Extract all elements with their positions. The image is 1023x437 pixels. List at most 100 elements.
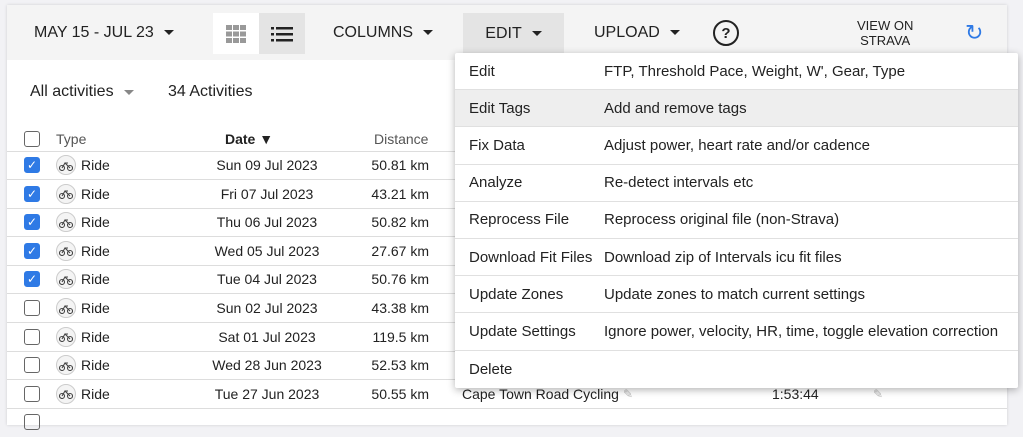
menu-item-description: Update zones to match current settings — [604, 285, 865, 303]
select-all-checkbox[interactable] — [24, 131, 40, 147]
distance-cell: 27.67 km — [371, 242, 429, 259]
menu-item-edit-tags[interactable]: Edit Tags Add and remove tags — [455, 90, 1018, 128]
menu-item-description: Add and remove tags — [604, 99, 747, 117]
menu-item-description: Download zip of Intervals icu fit files — [604, 248, 842, 266]
columns-dropdown[interactable]: COLUMNS — [333, 5, 434, 60]
menu-item-description: FTP, Threshold Pace, Weight, W', Gear, T… — [604, 62, 906, 80]
type-label: Ride — [81, 357, 110, 374]
bike-icon — [56, 269, 76, 290]
distance-cell: 50.82 km — [371, 214, 429, 231]
edit-menu: Edit FTP, Threshold Pace, Weight, W', Gea… — [455, 53, 1018, 388]
activity-name: Cape Town Road Cycling — [462, 385, 619, 402]
date-range-label: MAY 15 - JUL 23 — [34, 23, 154, 41]
menu-item-reprocess-file[interactable]: Reprocess File Reprocess original file (n… — [455, 202, 1018, 239]
table-row[interactable] — [7, 408, 1007, 437]
caret-down-icon — [669, 30, 680, 35]
menu-item-label: Edit Tags — [469, 99, 531, 117]
row-checkbox[interactable]: ✓ — [24, 185, 40, 202]
menu-item-description: Adjust power, heart rate and/or cadence — [604, 136, 871, 154]
row-checkbox[interactable] — [24, 328, 40, 345]
row-checkbox[interactable]: ✓ — [24, 157, 40, 173]
distance-cell: 52.53 km — [371, 357, 429, 374]
distance-cell: 119.5 km — [372, 328, 429, 345]
date-cell[interactable]: Tue 27 Jun 2023 — [197, 380, 337, 408]
menu-item-fix-data[interactable]: Fix Data Adjust power, heart rate and/or … — [455, 127, 1018, 165]
caret-down-icon — [423, 30, 434, 35]
strava-label-1: VIEW ON — [857, 17, 914, 33]
date-cell[interactable]: Tue 04 Jul 2023 — [197, 265, 337, 293]
row-checkbox[interactable] — [24, 414, 40, 430]
date-cell[interactable]: Wed 05 Jul 2023 — [197, 237, 337, 265]
date-cell[interactable]: Sun 02 Jul 2023 — [197, 294, 337, 322]
date-header[interactable]: Date ▼ — [225, 129, 273, 149]
type-cell: Ride — [56, 237, 110, 265]
distance-cell: 43.21 km — [371, 185, 429, 202]
edit-label: EDIT — [485, 24, 522, 42]
date-cell[interactable]: Fri 07 Jul 2023 — [197, 180, 337, 208]
date-cell[interactable]: Thu 06 Jul 2023 — [197, 208, 337, 236]
help-icon[interactable]: ? — [713, 20, 739, 46]
menu-item-update-settings[interactable]: Update Settings Ignore power, velocity, H… — [455, 313, 1018, 351]
bike-icon — [56, 183, 76, 204]
menu-item-update-zones[interactable]: Update Zones Update zones to match curren… — [455, 276, 1018, 314]
type-label: Ride — [81, 214, 110, 231]
list-icon — [271, 26, 293, 41]
grid-view-button[interactable] — [213, 13, 259, 54]
bike-icon — [56, 212, 76, 233]
activity-filter-dropdown[interactable]: All activities — [30, 83, 134, 101]
type-label: Ride — [81, 185, 110, 202]
bike-icon — [56, 326, 76, 347]
edit-dropdown[interactable]: EDIT — [463, 13, 564, 54]
bike-icon — [56, 298, 76, 318]
menu-item-delete[interactable]: Delete — [455, 351, 1018, 388]
columns-label: COLUMNS — [333, 23, 414, 41]
type-cell: Ride — [56, 351, 110, 379]
grid-icon — [226, 24, 246, 43]
type-label: Ride — [81, 242, 110, 259]
caret-down-icon — [531, 31, 542, 36]
distance-cell: 50.76 km — [371, 271, 429, 288]
filter-label: All activities — [30, 83, 114, 100]
date-cell[interactable]: Sat 01 Jul 2023 — [197, 323, 337, 351]
type-label: Ride — [81, 157, 110, 173]
date-range-dropdown[interactable]: MAY 15 - JUL 23 — [34, 5, 174, 60]
refresh-icon[interactable]: ↻ — [965, 5, 983, 60]
menu-item-description: Ignore power, velocity, HR, time, toggle… — [604, 322, 999, 340]
menu-item-analyze[interactable]: Analyze Re-detect intervals etc — [455, 165, 1018, 202]
type-label: Ride — [81, 300, 110, 316]
distance-header[interactable]: Distance — [374, 129, 428, 149]
distance-cell: 43.38 km — [371, 300, 429, 316]
row-checkbox[interactable]: ✓ — [24, 242, 40, 259]
row-checkbox[interactable]: ✓ — [24, 214, 40, 231]
type-label: Ride — [81, 271, 110, 288]
row-checkbox[interactable]: ✓ — [24, 271, 40, 288]
menu-item-label: Edit — [469, 62, 495, 80]
view-toggle — [213, 13, 306, 54]
row-checkbox[interactable] — [24, 385, 40, 402]
menu-item-label: Reprocess File — [469, 211, 570, 229]
upload-dropdown[interactable]: UPLOAD — [594, 5, 680, 60]
date-cell[interactable]: Sun 09 Jul 2023 — [197, 151, 337, 179]
caret-down-icon — [123, 89, 134, 95]
row-checkbox[interactable] — [24, 357, 40, 374]
menu-item-label: Download Fit Files — [469, 248, 593, 266]
list-view-button[interactable] — [259, 13, 305, 54]
caret-down-icon — [163, 30, 174, 35]
toolbar: MAY 15 - JUL 23 COLUMNS EDIT UPLOAD ? VI… — [7, 5, 1007, 60]
type-cell: Ride — [56, 151, 110, 179]
type-header[interactable]: Type — [56, 129, 86, 149]
strava-label-2: STRAVA — [860, 32, 911, 48]
activity-count: 34 Activities — [168, 83, 253, 100]
pencil-icon[interactable]: ✎ — [623, 387, 633, 401]
menu-item-label: Update Settings — [469, 322, 576, 340]
menu-item-label: Analyze — [469, 174, 523, 192]
type-cell: Ride — [56, 208, 110, 236]
view-on-strava-button[interactable]: VIEW ON STRAVA — [857, 5, 913, 60]
menu-item-download-fit-files[interactable]: Download Fit Files Download zip of Interv… — [455, 239, 1018, 277]
distance-cell: 50.81 km — [371, 157, 429, 173]
type-cell: Ride — [56, 294, 110, 322]
date-cell[interactable]: Wed 28 Jun 2023 — [197, 351, 337, 379]
menu-item-label: Fix Data — [469, 136, 525, 154]
menu-item-edit[interactable]: Edit FTP, Threshold Pace, Weight, W', Gea… — [455, 53, 1018, 91]
row-checkbox[interactable] — [24, 300, 40, 316]
